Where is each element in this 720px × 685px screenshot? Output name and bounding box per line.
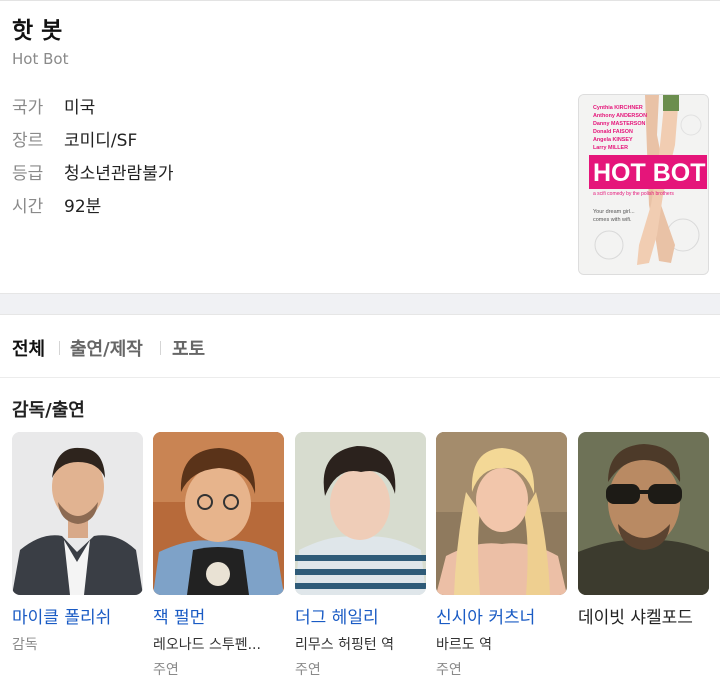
tab-cast-crew[interactable]: 출연/제작 <box>70 335 143 361</box>
poster-credit: Danny MASTERSON <box>593 121 646 127</box>
poster-credit: Larry MILLER <box>593 145 628 151</box>
movie-title: 핫 봇 <box>12 18 63 44</box>
person-card[interactable]: 더그 헤일리 리무스 허핑턴 역 주연 <box>295 432 426 679</box>
person-name[interactable]: 신시아 커츠너 <box>436 603 567 628</box>
info-rating: 등급 청소년관람불가 <box>12 159 173 184</box>
poster-credit: Angela KINSEY <box>593 137 633 143</box>
person-name[interactable]: 더그 헤일리 <box>295 603 426 628</box>
poster-slogan: comes with wifi. <box>593 217 632 223</box>
person-photo[interactable] <box>12 432 143 595</box>
poster-credit: Donald FAISON <box>593 129 633 135</box>
cast-section-title: 감독/출연 <box>12 400 85 421</box>
info-label: 시간 <box>12 197 44 217</box>
person-role: 레오나드 스투펜... <box>153 637 261 653</box>
tab-separator <box>160 341 161 355</box>
person-card[interactable]: 마이클 폴리쉬 감독 <box>12 432 143 654</box>
poster-slogan: Your dream girl... <box>593 209 635 215</box>
movie-header: 핫 봇 Hot Bot 국가 미국 장르 코미디/SF 등급 청소년관람불가 시… <box>0 0 720 293</box>
info-runtime: 시간 92분 <box>12 192 101 217</box>
tab-photo[interactable]: 포토 <box>172 335 205 361</box>
info-value: 미국 <box>64 98 96 118</box>
movie-poster[interactable]: Cynthia KIRCHNER Anthony ANDERSON Danny … <box>578 94 709 275</box>
person-photo[interactable] <box>436 432 567 595</box>
person-photo[interactable] <box>153 432 284 595</box>
info-country: 국가 미국 <box>12 93 95 118</box>
person-card[interactable]: 신시아 커츠너 바르도 역 주연 <box>436 432 567 679</box>
info-value: 청소년관람불가 <box>64 164 174 184</box>
person-name: 데이빗 샤켈포드 <box>578 608 693 628</box>
person-part: 주연 <box>153 662 179 678</box>
person-name[interactable]: 잭 펄먼 <box>153 603 284 628</box>
info-label: 등급 <box>12 164 44 184</box>
tab-separator <box>59 341 60 355</box>
info-genre: 장르 코미디/SF <box>12 126 137 151</box>
info-value: 코미디/SF <box>64 131 138 151</box>
info-value: 92분 <box>64 197 102 217</box>
info-label: 국가 <box>12 98 44 118</box>
person-role: 리무스 허핑턴 역 <box>295 637 395 653</box>
poster-tagline: a scifi comedy by the polish brothers <box>593 191 674 197</box>
person-part: 주연 <box>436 662 462 678</box>
person-photo[interactable] <box>295 432 426 595</box>
person-photo[interactable] <box>578 432 709 595</box>
person-card[interactable]: 잭 펄먼 레오나드 스투펜... 주연 <box>153 432 284 679</box>
person-role: 바르도 역 <box>436 637 492 653</box>
info-label: 장르 <box>12 131 44 151</box>
poster-credit: Anthony ANDERSON <box>593 113 647 119</box>
person-role: 감독 <box>12 637 38 653</box>
poster-credit: Cynthia KIRCHNER <box>593 105 643 111</box>
section-divider <box>0 293 720 315</box>
person-part: 주연 <box>295 662 321 678</box>
tab-bar: 전체 출연/제작 포토 <box>0 315 720 378</box>
movie-original-title: Hot Bot <box>12 50 69 68</box>
person-card[interactable]: 데이빗 샤켈포드 <box>578 432 709 628</box>
person-name[interactable]: 마이클 폴리쉬 <box>12 603 143 628</box>
tab-all[interactable]: 전체 <box>12 335 45 361</box>
poster-title: HOT BOT <box>593 159 706 187</box>
